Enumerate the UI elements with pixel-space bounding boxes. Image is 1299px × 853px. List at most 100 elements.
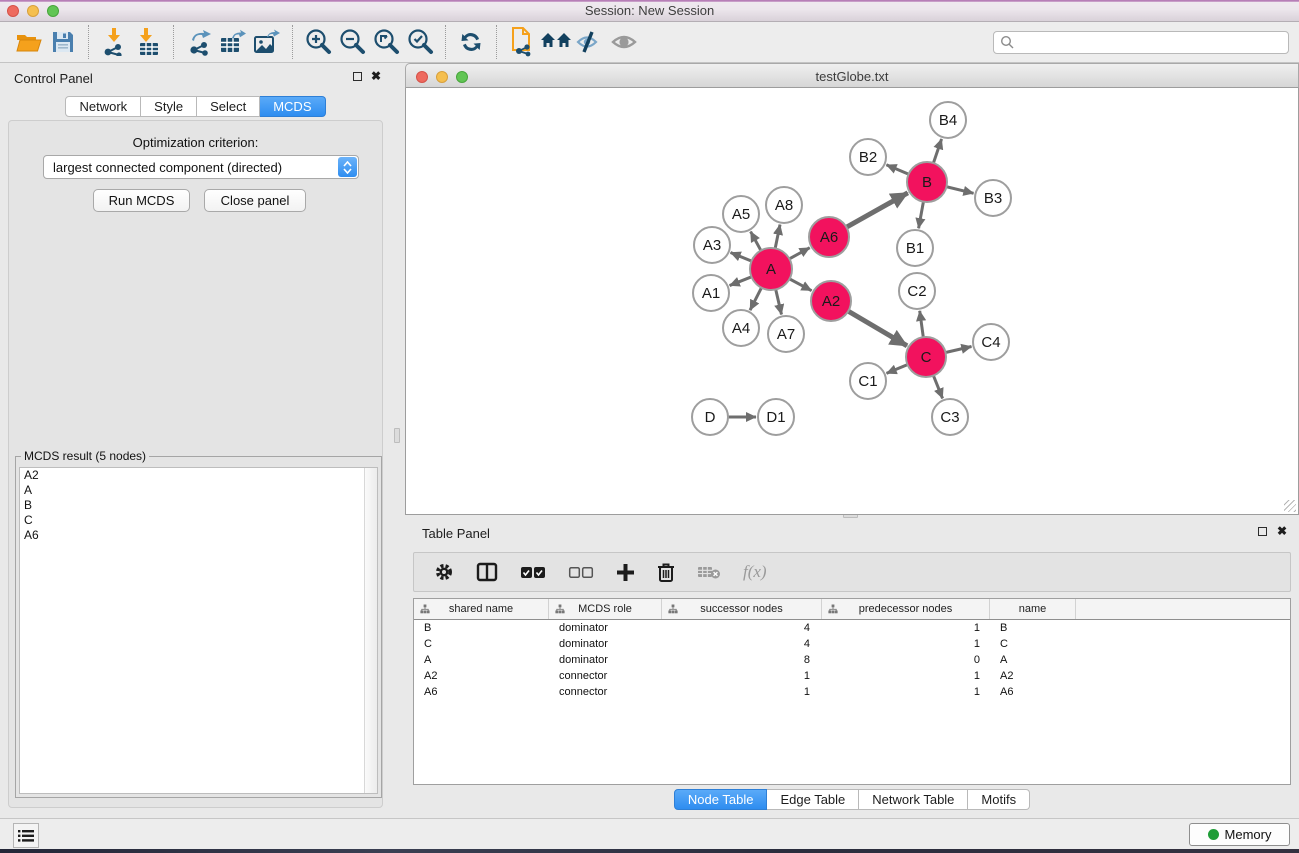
float-table-panel-icon[interactable] — [1258, 527, 1267, 536]
graph-node-B1[interactable]: B1 — [897, 230, 933, 266]
close-panel-button[interactable]: Close panel — [204, 189, 306, 212]
graph-node-C1[interactable]: C1 — [850, 363, 886, 399]
table-cell: A2 — [414, 670, 549, 682]
save-session-icon[interactable] — [46, 26, 80, 58]
graph-node-C[interactable]: C — [906, 337, 946, 377]
add-icon[interactable] — [616, 563, 635, 582]
criterion-select[interactable]: largest connected component (directed) — [43, 155, 359, 179]
table-cell: 1 — [822, 670, 990, 682]
column-header-predecessor-nodes[interactable]: predecessor nodes — [822, 599, 990, 619]
split-columns-icon[interactable] — [476, 562, 498, 582]
home-network-icon[interactable] — [539, 26, 573, 58]
graph-node-A6[interactable]: A6 — [809, 217, 849, 257]
graph-node-B3[interactable]: B3 — [975, 180, 1011, 216]
graph-node-A3[interactable]: A3 — [694, 227, 730, 263]
export-network-icon[interactable] — [182, 26, 216, 58]
task-history-button[interactable] — [13, 823, 39, 848]
result-list-item[interactable]: A2 — [20, 468, 377, 483]
tab-motifs[interactable]: Motifs — [968, 789, 1030, 810]
sitemap-icon — [555, 604, 565, 614]
table-header-row: shared name MCDS role successor nodes pr… — [414, 599, 1290, 620]
result-list-scrollbar[interactable] — [364, 468, 377, 793]
column-header-successor-nodes[interactable]: successor nodes — [662, 599, 822, 619]
graph-node-A4[interactable]: A4 — [723, 310, 759, 346]
refresh-icon[interactable] — [454, 26, 488, 58]
search-field[interactable] — [993, 31, 1289, 54]
close-table-panel-icon[interactable]: ✖ — [1277, 526, 1287, 536]
graph-node-B2[interactable]: B2 — [850, 139, 886, 175]
run-mcds-button[interactable]: Run MCDS — [93, 189, 190, 212]
tab-node-table[interactable]: Node Table — [674, 789, 768, 810]
export-image-icon[interactable] — [250, 26, 284, 58]
tab-network[interactable]: Network — [65, 96, 141, 117]
result-list-item[interactable]: A — [20, 483, 377, 498]
open-session-icon[interactable] — [12, 26, 46, 58]
mcds-result-list[interactable]: A2ABCA6 — [19, 467, 378, 794]
column-header-shared-name[interactable]: shared name — [414, 599, 549, 619]
gear-icon[interactable] — [434, 562, 454, 582]
tab-network-table[interactable]: Network Table — [859, 789, 968, 810]
table-row[interactable]: Adominator80A — [414, 652, 1290, 668]
search-input[interactable] — [1019, 33, 1288, 52]
table-row[interactable]: A2connector11A2 — [414, 668, 1290, 684]
select-all-checkboxes-icon[interactable] — [520, 566, 546, 579]
optimization-criterion-label: Optimization criterion: — [9, 135, 382, 150]
table-cell: A — [414, 654, 549, 666]
delete-table-icon[interactable] — [697, 564, 721, 580]
tab-mcds[interactable]: MCDS — [260, 96, 325, 117]
desktop-background-strip — [0, 849, 1299, 853]
delete-icon[interactable] — [657, 562, 675, 582]
graph-node-A8[interactable]: A8 — [766, 187, 802, 223]
import-table-icon[interactable] — [131, 26, 165, 58]
show-graphics-icon[interactable] — [607, 26, 641, 58]
svg-text:B1: B1 — [906, 240, 924, 257]
network-file-icon[interactable] — [505, 26, 539, 58]
svg-text:C: C — [921, 349, 932, 366]
memory-button[interactable]: Memory — [1189, 823, 1290, 846]
table-row[interactable]: Bdominator41B — [414, 620, 1290, 636]
hide-graphics-icon[interactable] — [573, 26, 607, 58]
graph-node-D1[interactable]: D1 — [758, 399, 794, 435]
tab-select[interactable]: Select — [197, 96, 260, 117]
tab-style[interactable]: Style — [141, 96, 197, 117]
function-builder-icon[interactable]: f(x) — [743, 562, 767, 582]
export-table-icon[interactable] — [216, 26, 250, 58]
result-list-item[interactable]: A6 — [20, 528, 377, 543]
column-header-name[interactable]: name — [990, 599, 1076, 619]
table-cell: connector — [549, 686, 662, 698]
network-canvas[interactable]: A A1 A2 A3 A4 A5 A6 A7 A8 B B1 B2 B3 B4 C C1 C2 C3 C4 D D1 — [405, 88, 1299, 515]
network-window-titlebar[interactable]: testGlobe.txt — [405, 63, 1299, 88]
graph-node-C3[interactable]: C3 — [932, 399, 968, 435]
graph-node-A2[interactable]: A2 — [811, 281, 851, 321]
table-row[interactable]: A6connector11A6 — [414, 684, 1290, 700]
tab-edge-table[interactable]: Edge Table — [767, 789, 859, 810]
graph-node-A[interactable]: A — [750, 248, 792, 290]
float-panel-icon[interactable] — [353, 72, 362, 81]
column-header-mcds-role[interactable]: MCDS role — [549, 599, 662, 619]
node-table[interactable]: shared name MCDS role successor nodes pr… — [413, 598, 1291, 785]
result-list-item[interactable]: C — [20, 513, 377, 528]
result-list-item[interactable]: B — [20, 498, 377, 513]
graph-node-C2[interactable]: C2 — [899, 273, 935, 309]
graph-node-D[interactable]: D — [692, 399, 728, 435]
graph-node-A5[interactable]: A5 — [723, 196, 759, 232]
zoom-in-icon[interactable] — [301, 26, 335, 58]
graph-node-B[interactable]: B — [907, 162, 947, 202]
vertical-splitter-grip[interactable] — [394, 428, 400, 443]
close-panel-icon[interactable]: ✖ — [371, 71, 381, 81]
zoom-fit-icon[interactable] — [369, 26, 403, 58]
toolbar-separator — [496, 25, 497, 59]
table-cell: 8 — [662, 654, 822, 666]
graph-node-C4[interactable]: C4 — [973, 324, 1009, 360]
resize-grip-icon[interactable] — [1284, 500, 1296, 512]
network-graph[interactable]: A A1 A2 A3 A4 A5 A6 A7 A8 B B1 B2 B3 B4 C C1 C2 C3 C4 D D1 — [406, 88, 1298, 513]
graph-node-B4[interactable]: B4 — [930, 102, 966, 138]
zoom-out-icon[interactable] — [335, 26, 369, 58]
import-network-icon[interactable] — [97, 26, 131, 58]
zoom-selected-icon[interactable] — [403, 26, 437, 58]
graph-node-A1[interactable]: A1 — [693, 275, 729, 311]
deselect-all-checkboxes-icon[interactable] — [568, 566, 594, 579]
mcds-panel: Optimization criterion: largest connecte… — [8, 120, 383, 808]
table-row[interactable]: Cdominator41C — [414, 636, 1290, 652]
graph-node-A7[interactable]: A7 — [768, 316, 804, 352]
